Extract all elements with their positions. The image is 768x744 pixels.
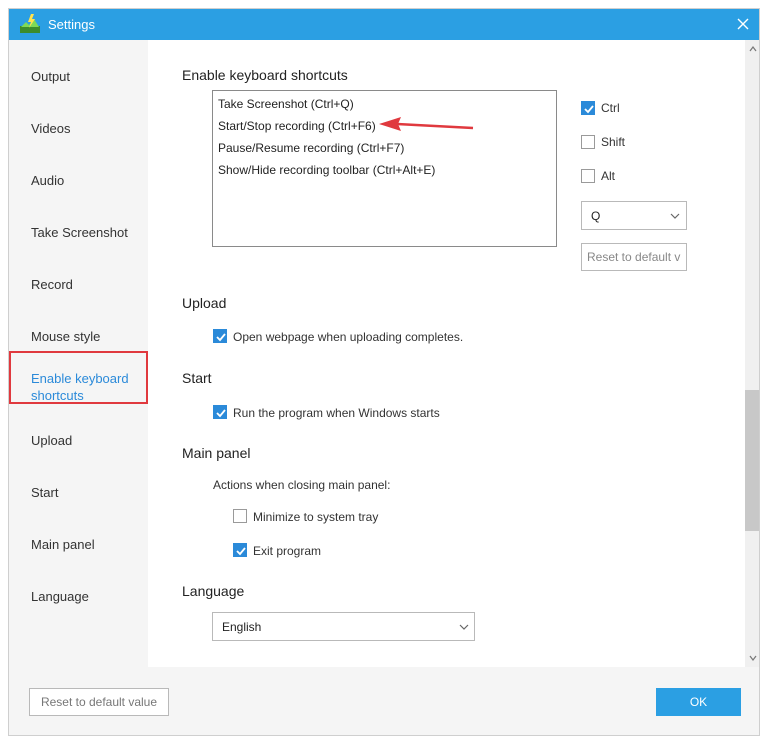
shortcut-item-pause-resume[interactable]: Pause/Resume recording (Ctrl+F7) (218, 141, 404, 155)
shortcut-key-value: Q (591, 209, 601, 223)
sidebar-item-take-screenshot[interactable]: Take Screenshot (31, 224, 128, 241)
shortcut-item-start-stop[interactable]: Start/Stop recording (Ctrl+F6) (218, 119, 376, 133)
chevron-down-icon (459, 624, 469, 630)
run-on-startup-label: Run the program when Windows starts (233, 406, 440, 420)
check-icon (236, 547, 246, 556)
alt-checkbox[interactable] (581, 169, 595, 183)
reset-all-button[interactable]: Reset to default value (29, 688, 169, 716)
sidebar-item-upload[interactable]: Upload (31, 432, 72, 449)
dialog-footer: Reset to default value OK (9, 667, 759, 735)
settings-content: Enable keyboard shortcuts Take Screensho… (148, 40, 745, 667)
shift-label: Shift (601, 135, 626, 149)
upload-section-title: Upload (182, 295, 227, 311)
sidebar-item-audio[interactable]: Audio (31, 172, 64, 189)
sidebar-item-main-panel[interactable]: Main panel (31, 536, 95, 553)
check-icon (216, 409, 226, 418)
language-section-title: Language (182, 583, 245, 599)
shift-checkbox[interactable] (581, 135, 595, 149)
app-logo-icon (20, 14, 40, 33)
language-value: English (222, 620, 262, 634)
sidebar-item-output[interactable]: Output (31, 68, 70, 85)
sidebar-item-keyboard-shortcuts[interactable]: Enable keyboard shortcuts (31, 370, 129, 404)
close-icon[interactable] (733, 14, 753, 34)
shortcut-list[interactable]: Take Screenshot (Ctrl+Q) Start/Stop reco… (212, 90, 557, 247)
exit-program-label: Exit program (253, 544, 322, 558)
minimize-tray-label: Minimize to system tray (253, 510, 379, 524)
sidebar-item-language[interactable]: Language (31, 588, 89, 605)
shortcuts-section-title: Enable keyboard shortcuts (182, 67, 348, 83)
check-icon (584, 105, 594, 114)
settings-window: Settings Output Videos Audio Take Screen… (8, 8, 760, 736)
window-title: Settings (48, 17, 95, 32)
red-arrow-icon (379, 117, 474, 131)
check-icon (216, 333, 226, 342)
sidebar-item-label-line2: shortcuts (31, 388, 84, 403)
shortcut-item-screenshot[interactable]: Take Screenshot (Ctrl+Q) (218, 97, 354, 111)
run-on-startup-checkbox[interactable] (213, 405, 227, 419)
ctrl-label: Ctrl (601, 101, 620, 115)
start-section-title: Start (182, 370, 212, 386)
title-bar: Settings (9, 9, 759, 40)
reset-shortcut-button[interactable]: Reset to default v (581, 243, 687, 271)
scroll-down-icon[interactable] (749, 655, 757, 661)
sidebar: Output Videos Audio Take Screenshot Reco… (9, 40, 148, 667)
alt-label: Alt (601, 169, 616, 183)
minimize-tray-checkbox[interactable] (233, 509, 247, 523)
scrollbar-thumb[interactable] (745, 390, 759, 531)
main-panel-section-title: Main panel (182, 445, 251, 461)
shortcut-item-toolbar[interactable]: Show/Hide recording toolbar (Ctrl+Alt+E) (218, 163, 435, 177)
open-webpage-label: Open webpage when uploading completes. (233, 330, 464, 344)
main-panel-subtitle: Actions when closing main panel: (213, 478, 391, 492)
content-scrollbar[interactable] (745, 40, 759, 667)
ok-button[interactable]: OK (656, 688, 741, 716)
sidebar-item-label-line1: Enable keyboard (31, 371, 129, 386)
sidebar-item-start[interactable]: Start (31, 484, 58, 501)
scroll-up-icon[interactable] (749, 46, 757, 52)
sidebar-item-record[interactable]: Record (31, 276, 73, 293)
language-select[interactable]: English (212, 612, 475, 641)
sidebar-item-mouse-style[interactable]: Mouse style (31, 328, 100, 345)
sidebar-item-videos[interactable]: Videos (31, 120, 71, 137)
shortcut-key-select[interactable]: Q (581, 201, 687, 230)
exit-program-checkbox[interactable] (233, 543, 247, 557)
chevron-down-icon (670, 213, 680, 219)
open-webpage-checkbox[interactable] (213, 329, 227, 343)
ctrl-checkbox[interactable] (581, 101, 595, 115)
